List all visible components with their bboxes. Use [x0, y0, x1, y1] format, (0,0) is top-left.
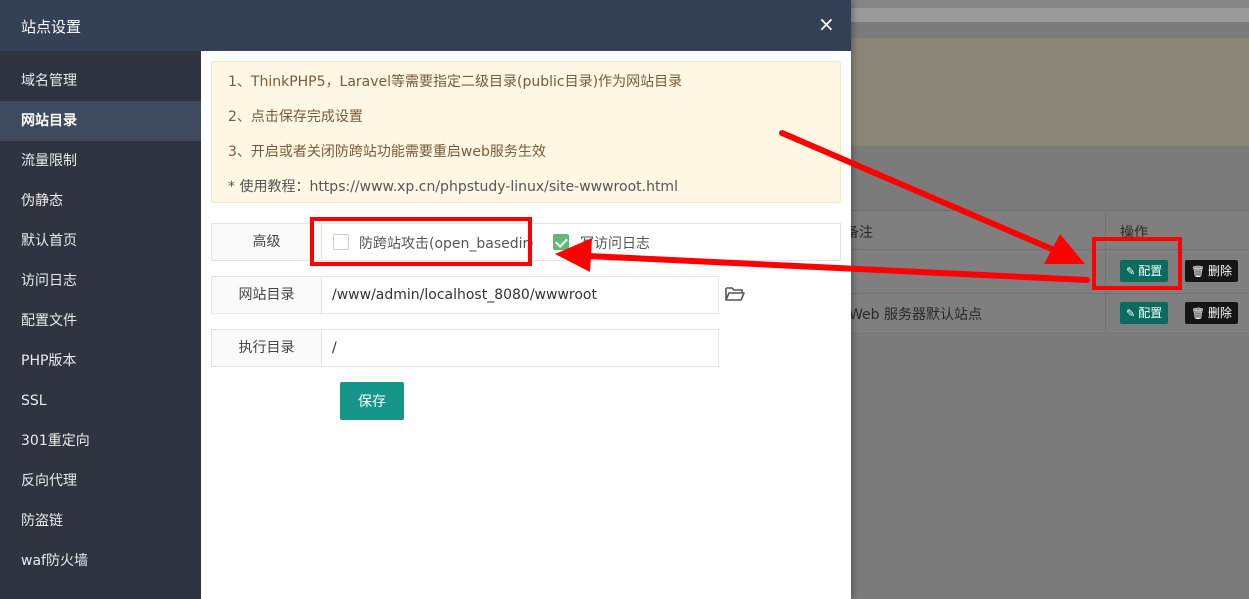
- sidebar-item-domain[interactable]: 域名管理: [0, 61, 201, 101]
- highlight-config-button: [1092, 237, 1182, 290]
- sidebar-item-hotlink-protection[interactable]: 防盗链: [0, 501, 201, 541]
- access-log-checkbox[interactable]: [553, 234, 569, 250]
- sidebar-item-access-log[interactable]: 访问日志: [0, 261, 201, 301]
- delete-button[interactable]: 🗑 删除: [1185, 302, 1238, 324]
- table-header-row: [851, 211, 1249, 250]
- background-topbar: [851, 0, 1249, 8]
- pencil-icon: ✎: [1126, 307, 1136, 320]
- save-button[interactable]: 保存: [340, 382, 404, 420]
- folder-open-icon[interactable]: [724, 284, 746, 304]
- access-log-label[interactable]: 写访问日志: [580, 233, 650, 253]
- sidebar-item-ssl[interactable]: SSL: [0, 381, 201, 421]
- notice-tutorial: * 使用教程：https://www.xp.cn/phpstudy-linux/…: [228, 179, 678, 195]
- sidebar-item-rewrite[interactable]: 伪静态: [0, 181, 201, 221]
- row-note: Web 服务器默认站点: [849, 307, 982, 323]
- delete-button[interactable]: 🗑 删除: [1185, 260, 1238, 282]
- site-directory-row: 网站目录: [211, 276, 719, 314]
- sidebar-item-php-version[interactable]: PHP版本: [0, 341, 201, 381]
- modal-title: 站点设置: [21, 18, 82, 36]
- notice-line-2: 2、点击保存完成设置: [228, 109, 363, 125]
- trash-icon: 🗑: [1191, 265, 1205, 278]
- site-settings-modal: 站点设置 × 域名管理 网站目录 流量限制 伪静态 默认首页 访问日志 配置文件…: [0, 0, 851, 599]
- trash-icon: 🗑: [1191, 307, 1205, 320]
- modal-header: 站点设置 ×: [0, 0, 851, 51]
- settings-sidebar: 域名管理 网站目录 流量限制 伪静态 默认首页 访问日志 配置文件 PHP版本 …: [0, 51, 201, 599]
- sidebar-item-config-file[interactable]: 配置文件: [0, 301, 201, 341]
- site-directory-panel: 1、ThinkPHP5，Laravel等需要指定二级目录(public目录)作为…: [201, 51, 851, 599]
- exec-directory-input[interactable]: [322, 330, 718, 366]
- notice-box: 1、ThinkPHP5，Laravel等需要指定二级目录(public目录)作为…: [211, 61, 841, 203]
- site-directory-label: 网站目录: [212, 277, 322, 313]
- config-button[interactable]: ✎ 配置: [1120, 302, 1169, 324]
- sidebar-item-default-index[interactable]: 默认首页: [0, 221, 201, 261]
- background-site-table: 备注 操作 Web 服务器默认站点 ✎ 配置 🗑 删除 ✎ 配置 🗑 删除: [845, 210, 1249, 335]
- sidebar-item-traffic-limit[interactable]: 流量限制: [0, 141, 201, 181]
- exec-directory-label: 执行目录: [212, 330, 322, 366]
- notice-line-1: 1、ThinkPHP5，Laravel等需要指定二级目录(public目录)作为…: [228, 74, 683, 90]
- config-button-label: 配置: [1138, 306, 1163, 320]
- delete-button-label: 删除: [1207, 306, 1232, 320]
- sidebar-item-waf[interactable]: waf防火墙: [0, 541, 201, 581]
- close-icon[interactable]: ×: [818, 13, 835, 35]
- highlight-anti-cross-site: [310, 217, 532, 266]
- advanced-label: 高级: [212, 224, 322, 260]
- sidebar-item-reverse-proxy[interactable]: 反向代理: [0, 461, 201, 501]
- delete-button-label: 删除: [1207, 264, 1232, 278]
- sidebar-item-redirect-301[interactable]: 301重定向: [0, 421, 201, 461]
- exec-directory-row: 执行目录: [211, 329, 719, 367]
- site-directory-input[interactable]: [322, 277, 718, 313]
- notice-line-3: 3、开启或者关闭防跨站功能需要重启web服务生效: [228, 144, 546, 160]
- background-notice: [851, 38, 1249, 146]
- sidebar-item-site-directory[interactable]: 网站目录: [0, 101, 201, 141]
- background-strip: [851, 8, 1249, 22]
